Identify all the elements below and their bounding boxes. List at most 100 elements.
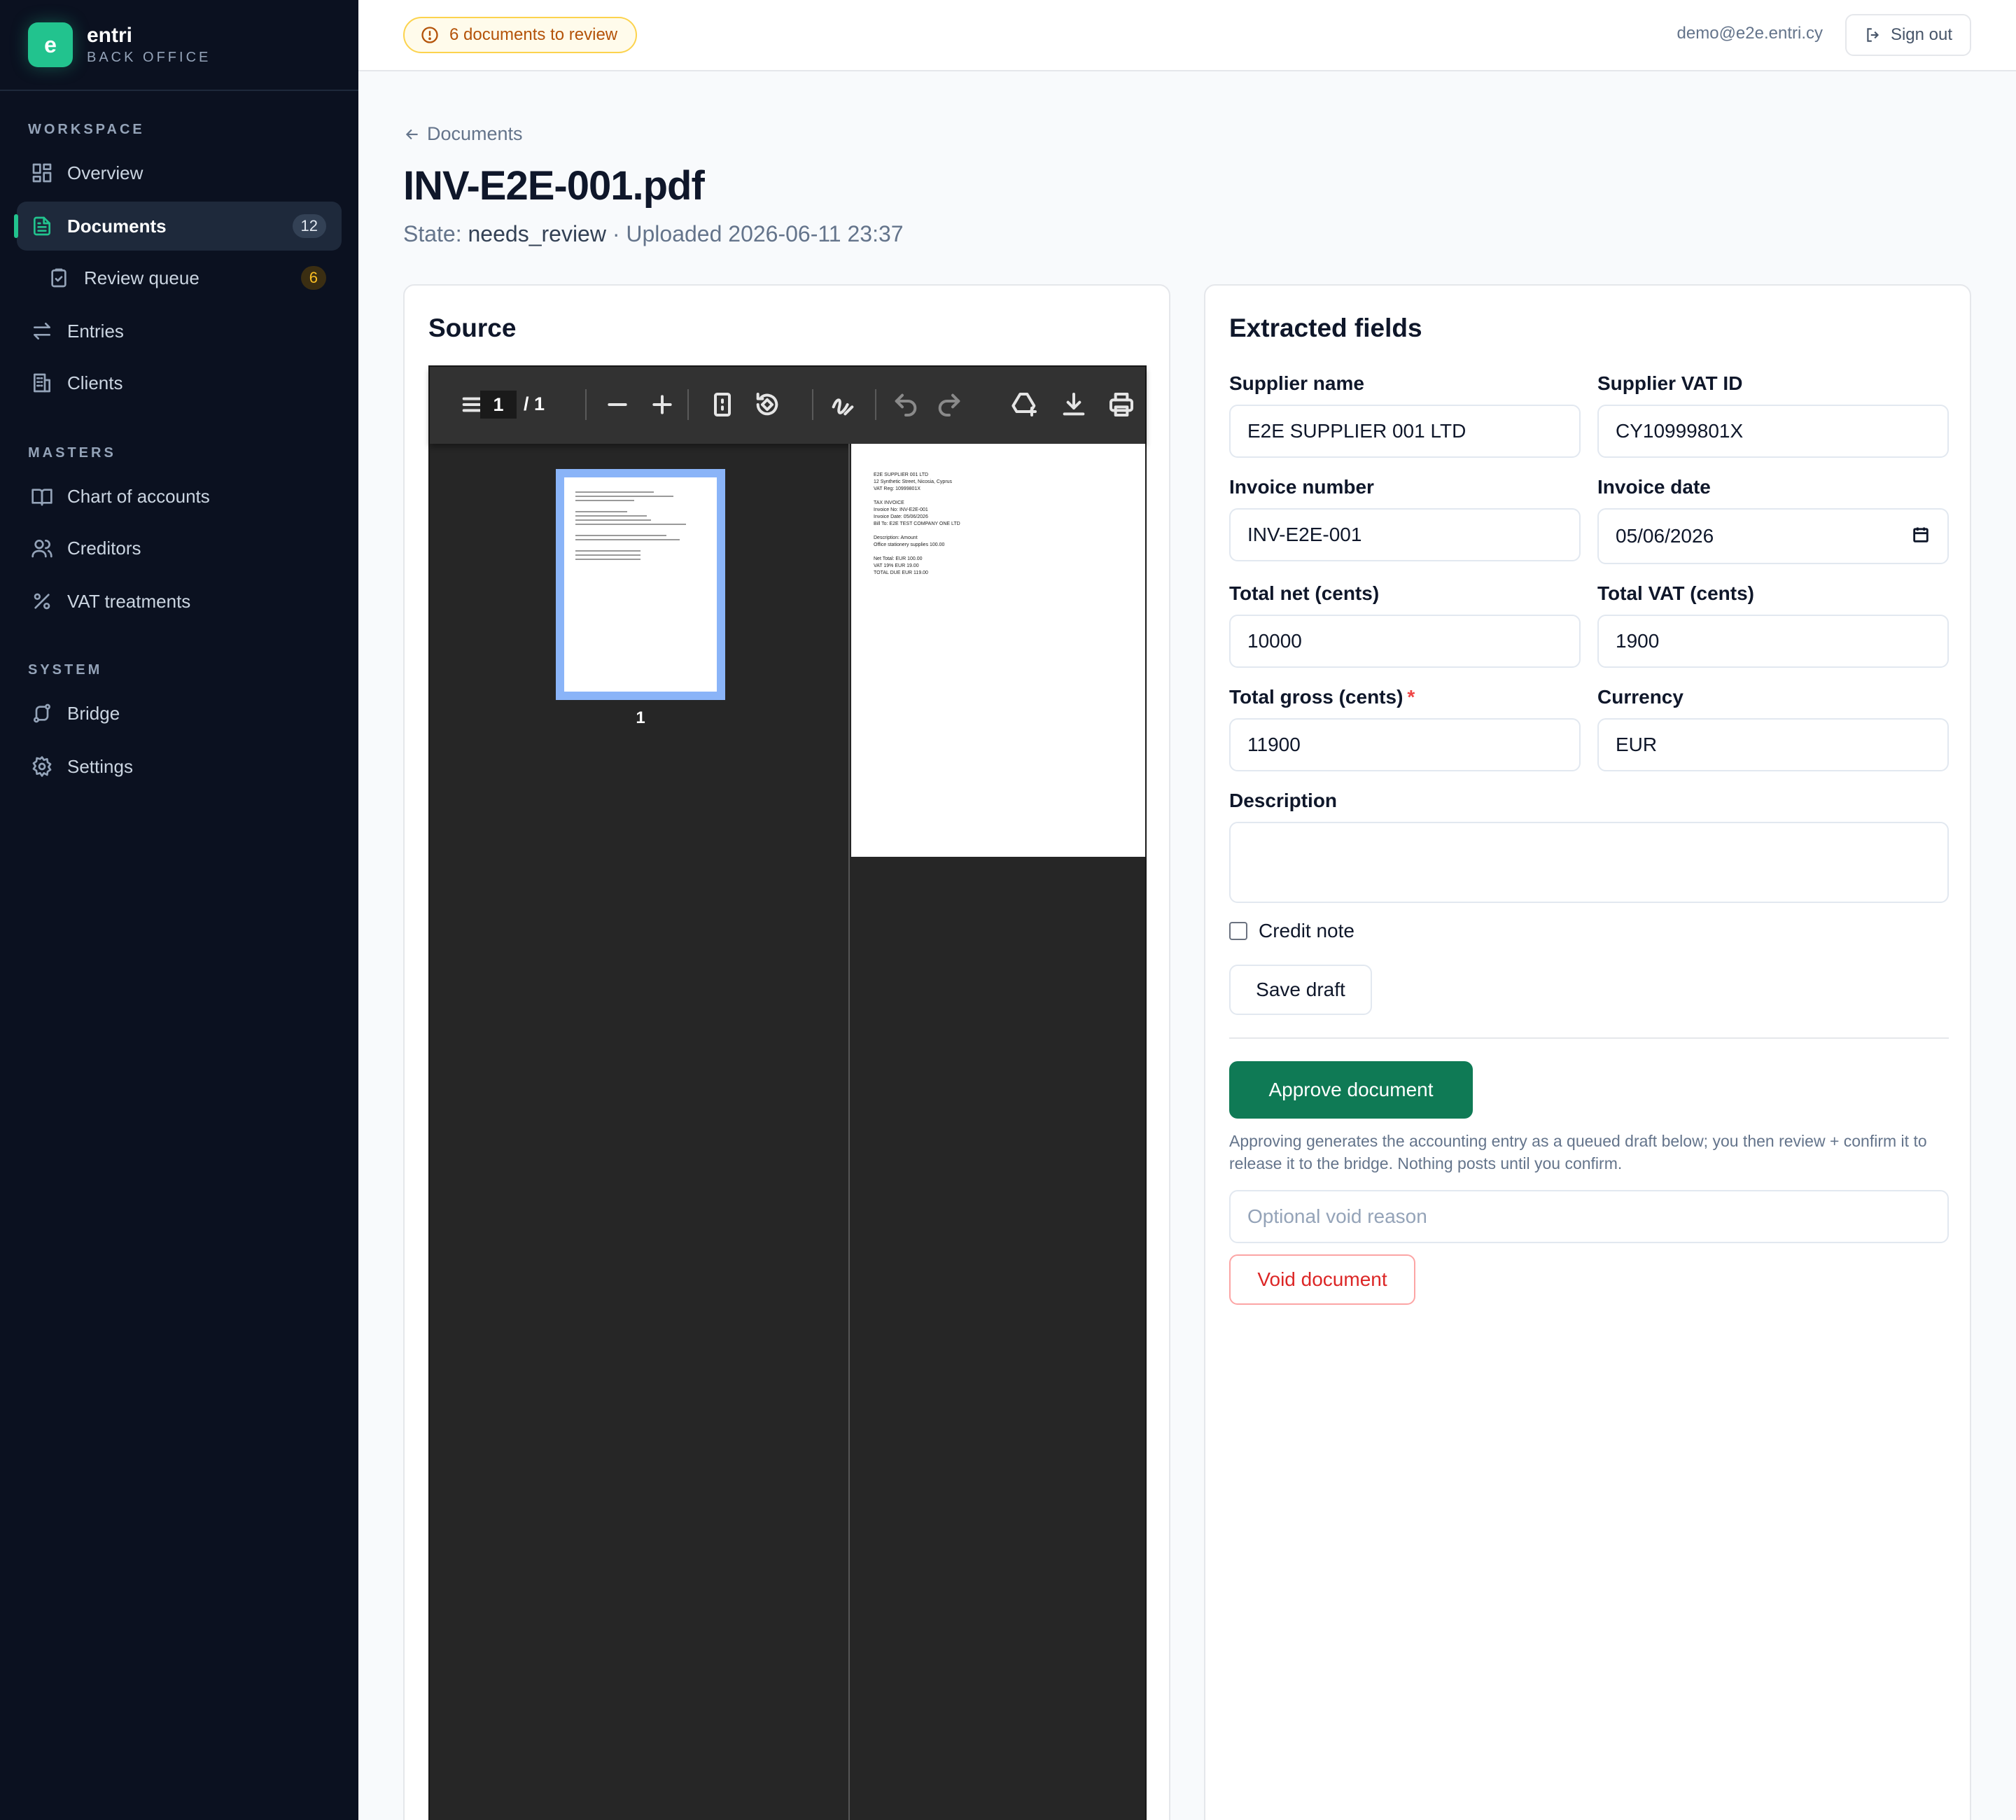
add-drive-icon[interactable] bbox=[1011, 391, 1039, 419]
sign-out-button[interactable]: Sign out bbox=[1845, 14, 1971, 56]
review-queue-count-badge: 6 bbox=[300, 266, 326, 290]
pdf-line: Office stationery supplies 100.00 bbox=[874, 542, 945, 547]
zoom-in-icon[interactable] bbox=[648, 391, 676, 419]
sidebar-item-label: Entries bbox=[67, 320, 124, 342]
sidebar-item-documents[interactable]: Documents 12 bbox=[14, 202, 342, 251]
pdf-viewer[interactable]: 1 / 1 1 E2E SUPPLIER 001 LTD 12 Syntheti… bbox=[428, 365, 1147, 1820]
bridge-icon bbox=[34, 704, 50, 723]
brand: e entri BACK OFFICE bbox=[0, 0, 358, 91]
book-open-icon bbox=[31, 489, 52, 506]
source-title: Source bbox=[428, 314, 517, 342]
back-to-documents-link[interactable]: Documents bbox=[403, 123, 523, 145]
section-label-masters: MASTERS bbox=[28, 445, 116, 461]
page-total: / 1 bbox=[524, 393, 545, 414]
credit-note-label: Credit note bbox=[1259, 920, 1354, 941]
currency-label: Currency bbox=[1597, 686, 1684, 708]
total-gross-input[interactable] bbox=[1229, 718, 1581, 771]
void-reason-input[interactable] bbox=[1229, 1190, 1949, 1243]
sidebar-item-review-queue[interactable]: Review queue 6 bbox=[34, 253, 342, 302]
pdf-line: E2E SUPPLIER 001 LTD bbox=[874, 472, 929, 477]
extracted-fields-title: Extracted fields bbox=[1229, 314, 1422, 342]
thumbnail-pane: 1 bbox=[430, 444, 850, 1820]
brand-subtitle: BACK OFFICE bbox=[87, 50, 211, 65]
sidebar-item-chart-of-accounts[interactable]: Chart of accounts bbox=[17, 472, 342, 521]
fit-page-icon[interactable] bbox=[708, 391, 736, 419]
invoice-date-input[interactable] bbox=[1597, 508, 1949, 564]
sidebar-item-label: VAT treatments bbox=[67, 590, 191, 612]
approve-help-text: Approving generates the accounting entry… bbox=[1229, 1132, 1927, 1172]
sidebar-item-label: Creditors bbox=[67, 537, 141, 559]
save-draft-button[interactable]: Save draft bbox=[1229, 965, 1372, 1015]
sidebar-item-label: Bridge bbox=[67, 702, 120, 724]
invoice-number-label: Invoice number bbox=[1229, 476, 1374, 498]
supplier-vat-label: Supplier VAT ID bbox=[1597, 372, 1743, 394]
invoice-date-field bbox=[1597, 508, 1949, 564]
back-link-label: Documents bbox=[427, 123, 523, 144]
sidebar-item-settings[interactable]: Settings bbox=[17, 742, 342, 791]
total-vat-input[interactable] bbox=[1597, 615, 1949, 668]
sidebar-item-label: Review queue bbox=[84, 267, 200, 288]
sidebar-item-label: Chart of accounts bbox=[67, 485, 210, 507]
required-marker: * bbox=[1407, 686, 1415, 708]
brand-name: entri bbox=[87, 24, 133, 47]
toolbar-divider bbox=[585, 389, 587, 420]
page-number-input[interactable]: 1 bbox=[480, 391, 517, 419]
sidebar-item-clients[interactable]: Clients bbox=[17, 358, 342, 407]
approve-document-button[interactable]: Approve document bbox=[1229, 1061, 1473, 1119]
toolbar-divider bbox=[812, 389, 813, 420]
document-icon bbox=[34, 216, 50, 236]
total-net-label: Total net (cents) bbox=[1229, 582, 1380, 604]
page-title: INV-E2E-001.pdf bbox=[403, 163, 705, 209]
sidebar: e entri BACK OFFICE WORKSPACE Overview D… bbox=[0, 0, 358, 1820]
document-meta: State: needs_review · Uploaded 2026-06-1… bbox=[403, 221, 904, 247]
sidebar-item-vat-treatments[interactable]: VAT treatments bbox=[17, 577, 342, 626]
uploaded-timestamp: · Uploaded 2026-06-11 23:37 bbox=[606, 221, 904, 246]
building-icon bbox=[34, 373, 50, 393]
total-net-input[interactable] bbox=[1229, 615, 1581, 668]
state-value: needs_review bbox=[468, 221, 606, 246]
print-icon[interactable] bbox=[1107, 391, 1135, 419]
state-prefix: State: bbox=[403, 221, 468, 246]
logout-icon bbox=[1867, 28, 1879, 42]
pdf-line: Bill To: E2E TEST COMPANY ONE LTD bbox=[874, 522, 960, 526]
undo-icon[interactable] bbox=[892, 391, 920, 419]
pdf-line: Invoice Date: 05/06/2026 bbox=[874, 514, 928, 519]
sidebar-item-entries[interactable]: Entries bbox=[17, 307, 342, 356]
pdf-line: Description: Amount bbox=[874, 536, 918, 540]
rotate-icon[interactable] bbox=[753, 391, 781, 419]
pdf-line: 12 Synthetic Street, Nicosia, Cyprus bbox=[874, 479, 953, 484]
pdf-toolbar: 1 / 1 bbox=[430, 367, 1145, 444]
invoice-date-label: Invoice date bbox=[1597, 476, 1711, 498]
calendar-icon[interactable] bbox=[1911, 525, 1931, 545]
sidebar-item-bridge[interactable]: Bridge bbox=[17, 689, 342, 738]
sidebar-item-label: Documents bbox=[67, 215, 167, 237]
invoice-number-input[interactable] bbox=[1229, 508, 1581, 561]
grid-icon bbox=[32, 163, 52, 183]
draw-icon[interactable] bbox=[829, 391, 857, 419]
pdf-line: VAT Reg: 10999801X bbox=[874, 486, 920, 491]
redo-icon[interactable] bbox=[935, 391, 963, 419]
description-textarea[interactable] bbox=[1229, 822, 1949, 903]
toolbar-divider bbox=[875, 389, 876, 420]
users-icon bbox=[31, 540, 52, 558]
sidebar-item-creditors[interactable]: Creditors bbox=[17, 524, 342, 573]
toolbar-divider bbox=[687, 389, 689, 420]
arrows-exchange-icon bbox=[34, 323, 50, 340]
review-alert-badge[interactable]: 6 documents to review bbox=[403, 17, 638, 53]
extracted-fields-card: Extracted fields Supplier name Supplier … bbox=[1204, 284, 1971, 1820]
supplier-vat-input[interactable] bbox=[1597, 405, 1949, 458]
sidebar-item-overview[interactable]: Overview bbox=[17, 148, 342, 197]
supplier-name-input[interactable] bbox=[1229, 405, 1581, 458]
pdf-line: Net Total: EUR 100.00 bbox=[874, 556, 923, 561]
app-logo[interactable]: e bbox=[28, 22, 73, 67]
page-thumbnail[interactable] bbox=[556, 469, 725, 700]
credit-note-row[interactable]: Credit note bbox=[1229, 920, 1354, 942]
zoom-out-icon[interactable] bbox=[603, 391, 631, 419]
currency-input[interactable] bbox=[1597, 718, 1949, 771]
download-icon[interactable] bbox=[1060, 391, 1088, 419]
credit-note-checkbox[interactable] bbox=[1229, 922, 1247, 940]
percent-icon bbox=[34, 593, 50, 610]
top-bar: 6 documents to review demo@e2e.entri.cy … bbox=[358, 0, 2016, 71]
sidebar-item-label: Clients bbox=[67, 372, 123, 393]
void-document-button[interactable]: Void document bbox=[1229, 1254, 1415, 1305]
